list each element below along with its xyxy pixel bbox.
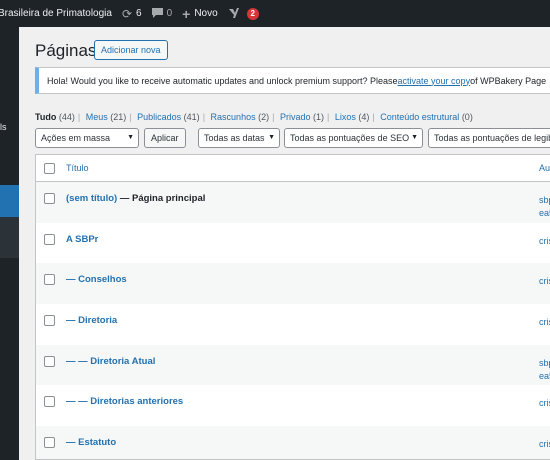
- yoast-notification-badge: 2: [246, 7, 259, 20]
- author-link[interactable]: sbpriea5d2: [539, 357, 550, 383]
- main-content: Páginas Adicionar nova Hola! Would you l…: [35, 27, 550, 460]
- table-header: Título Autor: [36, 155, 550, 182]
- author-link[interactable]: cris: [539, 275, 550, 288]
- updates-link[interactable]: ⟳ 6: [117, 0, 147, 27]
- comment-icon: [151, 7, 163, 20]
- updates-count: 6: [136, 8, 142, 19]
- view-structural-content[interactable]: Conteúdo estrutural (0): [380, 112, 473, 122]
- author-link[interactable]: cris: [539, 235, 550, 248]
- row-checkbox[interactable]: [44, 315, 55, 327]
- page-title-link[interactable]: — Conselhos: [66, 274, 127, 285]
- row-checkbox[interactable]: [44, 396, 55, 408]
- table-row: A SBPr cris: [36, 223, 550, 264]
- tablenav-filters: Ações em massa ▼ Aplicar Todas as datas …: [35, 128, 550, 148]
- notice-text: Hola! Would you like to receive automati…: [47, 75, 398, 86]
- apply-button[interactable]: Aplicar: [144, 128, 186, 148]
- view-mine[interactable]: Meus (21): [86, 112, 127, 122]
- bulk-action-select[interactable]: Ações em massa ▼: [35, 128, 139, 148]
- comments-link[interactable]: 0: [147, 0, 178, 27]
- view-filters: Tudo (44) | Meus (21) | Publicados (41) | R…: [35, 112, 473, 122]
- table-row: — — Diretoria Atual sbpriea5d2: [36, 344, 550, 386]
- add-new-page-button[interactable]: Adicionar nova: [94, 40, 168, 60]
- new-content-link[interactable]: + Novo: [177, 0, 223, 27]
- admin-sidebar: ls: [0, 27, 26, 460]
- table-row: — Estatuto cris: [36, 426, 550, 459]
- pages-table: Título Autor (sem título) — Página princ…: [35, 154, 550, 460]
- comments-count: 0: [166, 8, 173, 19]
- row-checkbox[interactable]: [44, 274, 55, 286]
- wpbakery-notice: Hola! Would you like to receive automati…: [35, 67, 550, 94]
- row-checkbox[interactable]: [44, 437, 55, 449]
- new-label: Novo: [194, 8, 218, 19]
- plus-icon: +: [182, 5, 191, 22]
- table-row: — Diretoria cris: [36, 304, 550, 345]
- activate-copy-link[interactable]: activate your copy: [398, 76, 471, 86]
- page-title-link[interactable]: — Estatuto: [66, 437, 116, 448]
- date-filter-select[interactable]: Todas as datas ▼: [198, 128, 280, 148]
- yoast-menu[interactable]: 2: [223, 0, 264, 27]
- select-all-checkbox[interactable]: [44, 163, 55, 174]
- page-title-link[interactable]: — Diretoria: [66, 315, 117, 326]
- sidebar-item-pages-highlight: [0, 185, 19, 217]
- view-all[interactable]: Tudo (44): [35, 112, 75, 122]
- page-title-link[interactable]: — — Diretorias anteriores: [66, 396, 183, 407]
- page-title-link[interactable]: (sem título) — Página principal: [66, 193, 205, 204]
- column-title-header[interactable]: Título: [66, 163, 89, 173]
- author-link[interactable]: cris: [539, 397, 550, 410]
- site-name-link[interactable]: Brasileira de Primatologia: [0, 0, 117, 27]
- view-drafts[interactable]: Rascunhos (2): [211, 112, 270, 122]
- current-menu-arrow-icon: [19, 194, 26, 208]
- table-row: — Conselhos cris: [36, 263, 550, 305]
- row-checkbox[interactable]: [44, 233, 55, 245]
- page-title-link[interactable]: A SBPr: [66, 234, 98, 245]
- readability-score-select[interactable]: Todas as pontuações de legibilidade: [428, 128, 550, 148]
- author-link[interactable]: cris: [539, 438, 550, 451]
- yoast-icon: [228, 7, 240, 21]
- chevron-down-icon: ▼: [268, 134, 275, 141]
- sidebar-item-pages[interactable]: [0, 185, 26, 258]
- page-title: Páginas: [35, 41, 97, 60]
- table-row: (sem título) — Página principal sbpriea5…: [36, 182, 550, 223]
- admin-bar: Brasileira de Primatologia ⟳ 6 0 + Novo …: [0, 0, 550, 27]
- view-private[interactable]: Privado (1): [280, 112, 324, 122]
- updates-icon: ⟳: [121, 6, 133, 21]
- author-link[interactable]: sbpriea5d2: [539, 194, 550, 220]
- chevron-down-icon: ▼: [127, 134, 134, 141]
- column-author-header[interactable]: Autor: [539, 163, 550, 173]
- table-row: — — Diretorias anteriores cris: [36, 385, 550, 426]
- row-checkbox[interactable]: [44, 355, 55, 367]
- view-published[interactable]: Publicados (41): [137, 112, 200, 122]
- view-trash[interactable]: Lixos (4): [335, 112, 370, 122]
- row-checkbox[interactable]: [44, 193, 55, 204]
- sidebar-item-partial-label[interactable]: ls: [0, 122, 7, 132]
- author-link[interactable]: cris: [539, 316, 550, 329]
- notice-text-end: of WPBakery Page: [470, 75, 547, 86]
- chevron-down-icon: ▼: [411, 134, 418, 141]
- seo-score-select[interactable]: Todas as pontuações de SEO ▼: [284, 128, 423, 148]
- page-title-link[interactable]: — — Diretoria Atual: [66, 356, 155, 367]
- site-name: Brasileira de Primatologia: [0, 8, 112, 19]
